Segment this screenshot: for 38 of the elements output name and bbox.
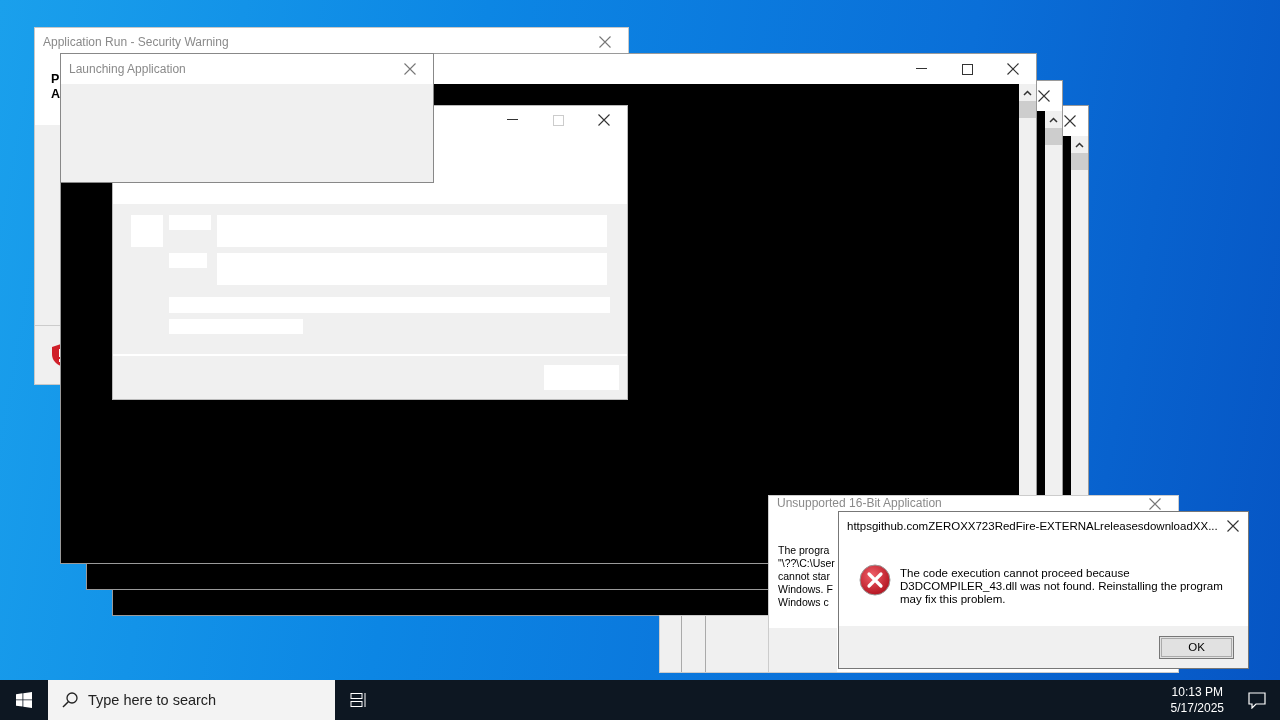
message-text: The progra [778, 544, 830, 557]
minimize-icon [506, 119, 518, 121]
message-text: Windows c [778, 596, 829, 609]
heading-text: A [51, 87, 62, 102]
close-icon [599, 36, 611, 48]
error-icon [859, 564, 891, 596]
close-icon [1064, 115, 1076, 127]
search-field[interactable]: Type here to search [48, 680, 335, 720]
message-text: Windows. F [778, 583, 833, 596]
scroll-up-icon[interactable] [1023, 90, 1032, 96]
message-text: "\??\C:\User [778, 557, 835, 570]
close-icon [1007, 63, 1019, 75]
scroll-thumb[interactable] [1019, 101, 1036, 118]
scroll-thumb[interactable] [1071, 153, 1088, 170]
close-icon [598, 114, 610, 126]
scroll-up-icon[interactable] [1049, 117, 1058, 123]
ok-button[interactable]: OK [1159, 635, 1234, 659]
minimize-icon [915, 68, 927, 70]
heading-text: P [51, 72, 61, 87]
scroll-thumb[interactable] [1045, 128, 1062, 145]
message-text: cannot star [778, 570, 830, 583]
close-icon [1226, 520, 1239, 532]
window-title: Unsupported 16-Bit Application [776, 496, 943, 510]
close-icon [1149, 497, 1161, 510]
task-view-icon [350, 692, 368, 708]
maximize-icon [961, 63, 973, 75]
close-icon [404, 63, 416, 75]
clock-button[interactable]: 10:13 PM 5/17/2025 [1160, 684, 1234, 716]
error-message: The code execution cannot proceed because D3DCOMPILER_43.dll was not found. Reinstalling the program may fix this problem. [900, 567, 1224, 606]
window-title: Launching Application [68, 62, 187, 76]
window-title: httpsgithub.comZEROXX723RedFire-EXTERNALreleasesdownloadXX... [846, 520, 1218, 532]
maximize-icon [552, 114, 564, 126]
scroll-up-icon[interactable] [1075, 142, 1084, 148]
search-icon [62, 692, 78, 708]
windows-logo-icon [16, 692, 32, 708]
window-title: Application Run - Security Warning [42, 35, 230, 49]
chat-bubble-icon [1248, 691, 1266, 709]
close-icon [1038, 90, 1050, 102]
